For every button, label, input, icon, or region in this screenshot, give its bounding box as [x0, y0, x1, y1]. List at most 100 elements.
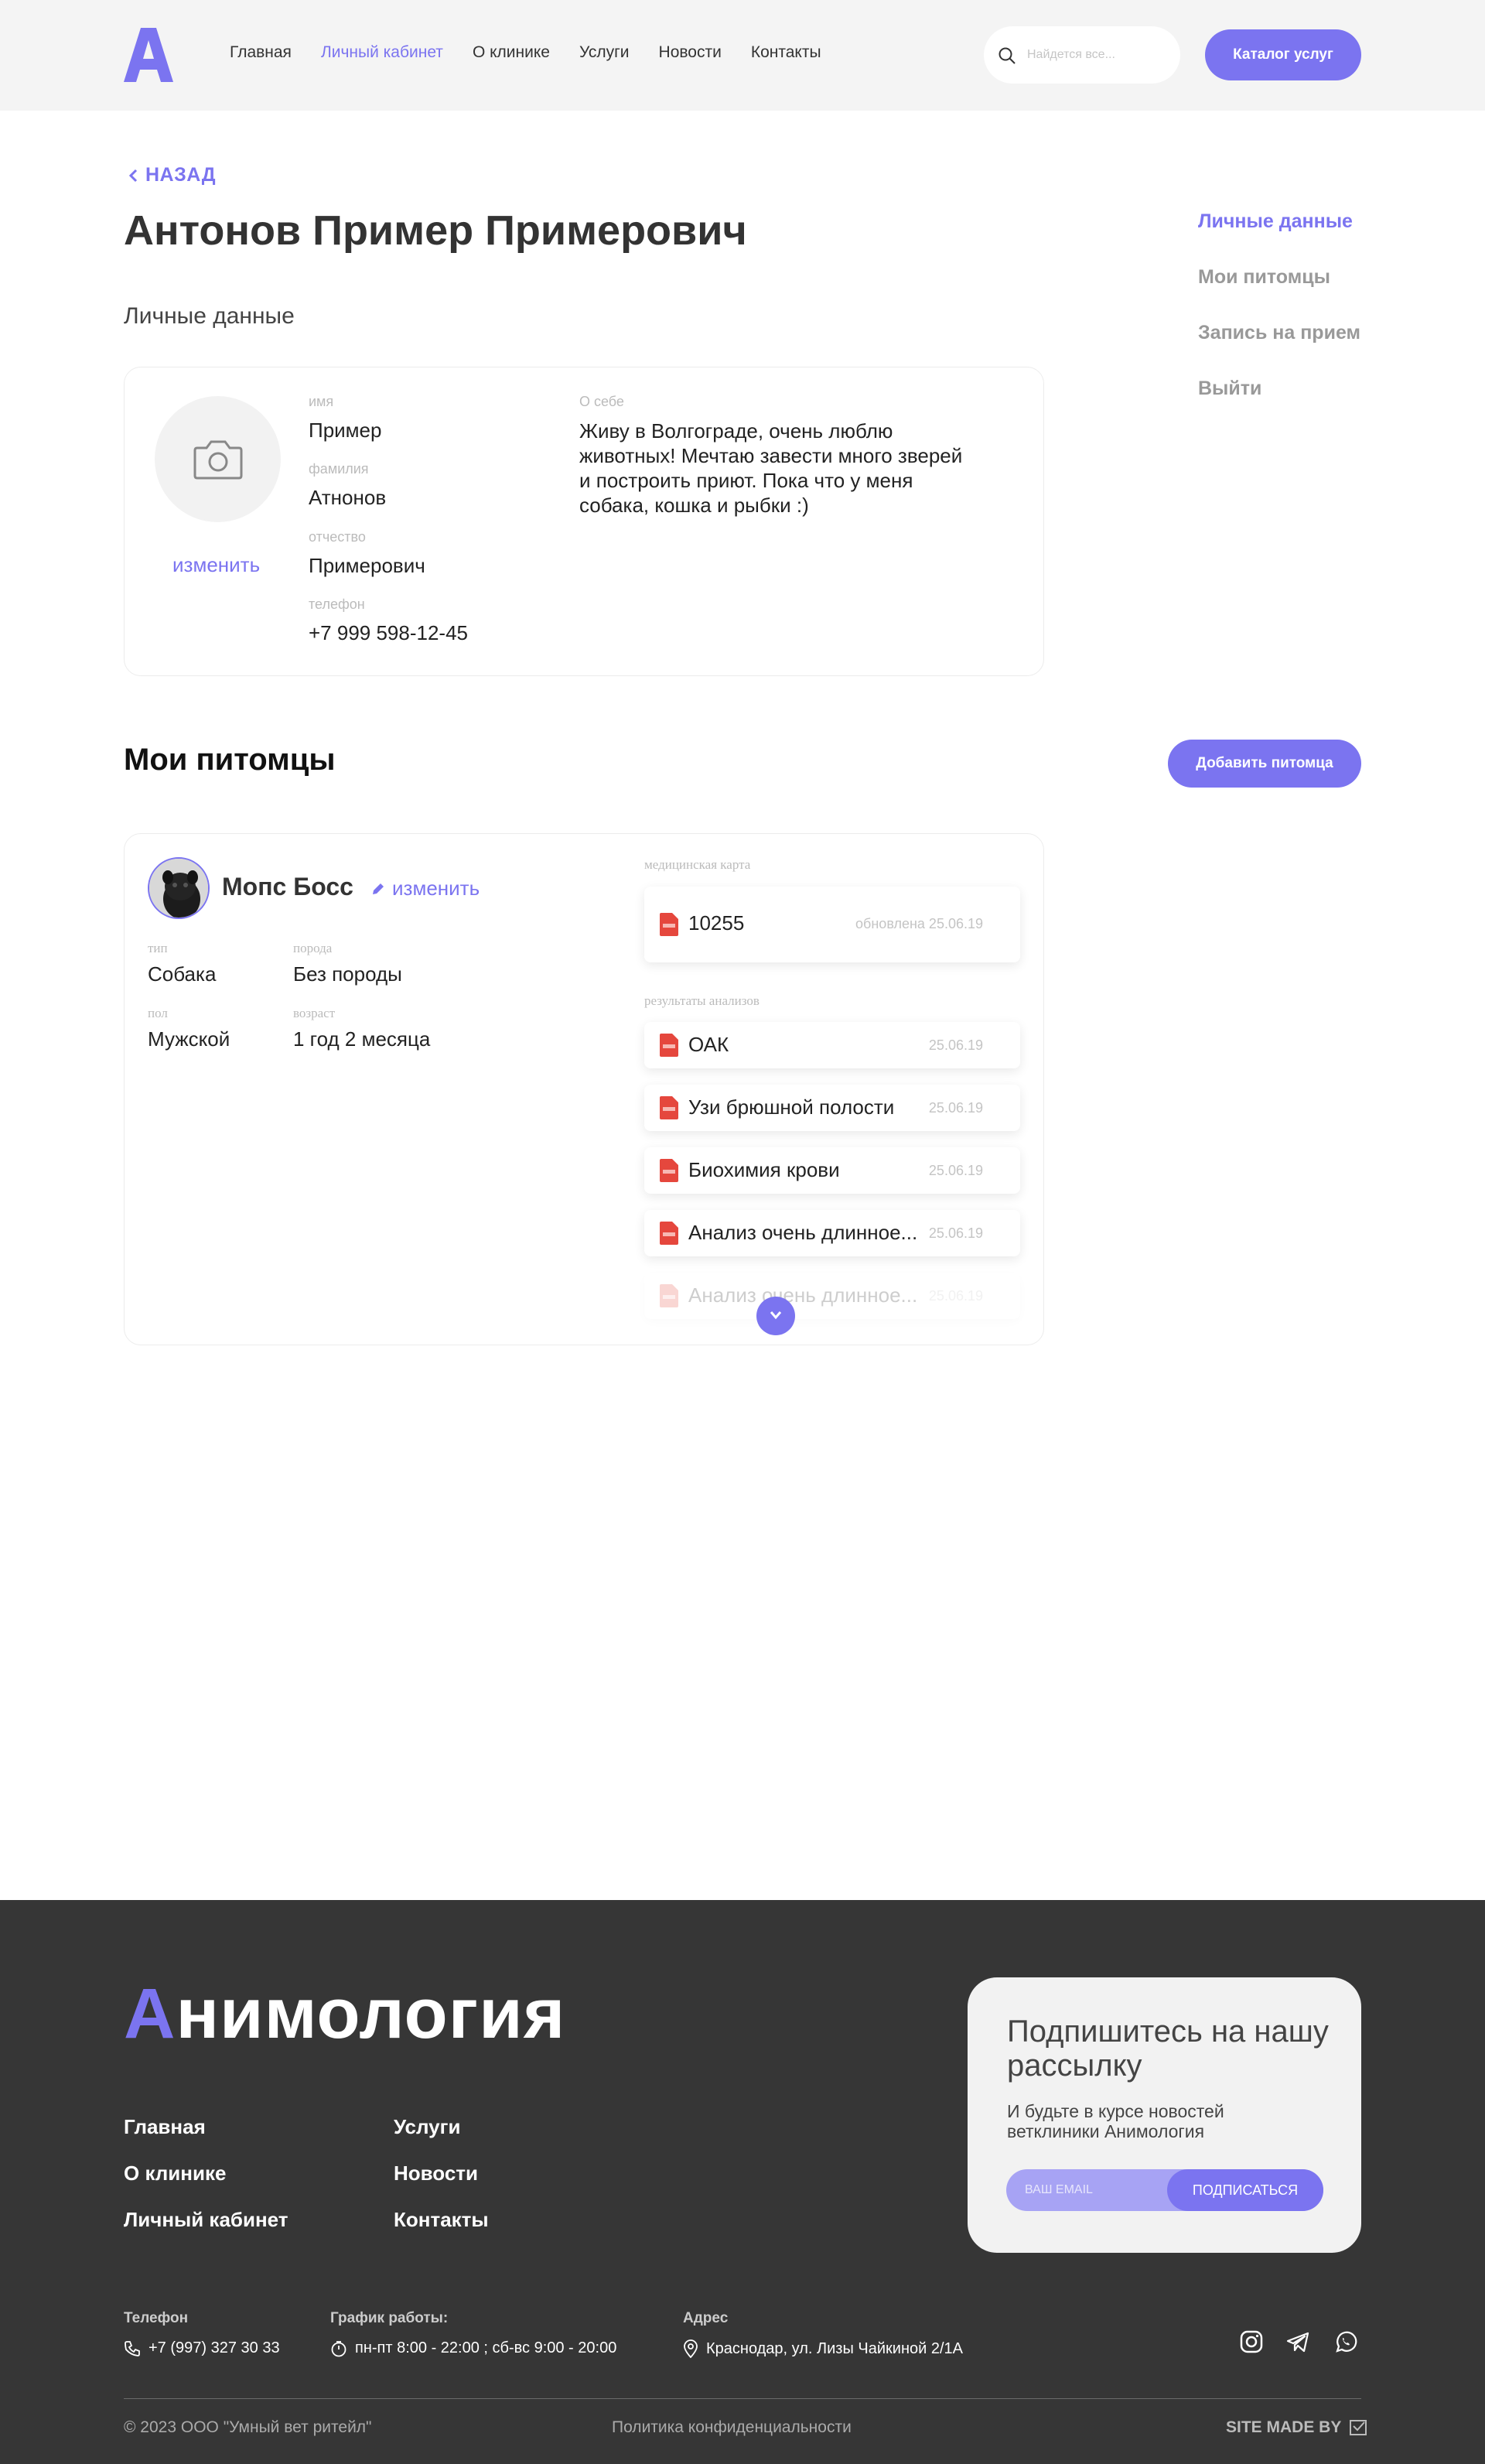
result-date: 25.06.19 [928, 1225, 983, 1241]
site-header: Главная Личный кабинет О клинике Услуги … [0, 0, 1485, 111]
footer-schedule: пн-пт 8:00 - 22:00 ; сб-вс 9:00 - 20:00 [330, 2339, 616, 2357]
result-date: 25.06.19 [928, 1037, 983, 1053]
pencil-icon [373, 883, 384, 894]
pet-sex-value: Мужской [148, 1027, 230, 1051]
whatsapp-icon[interactable] [1334, 2330, 1357, 2353]
med-card-label: медицинская карта [644, 857, 751, 872]
footer-divider [124, 2398, 1361, 2399]
copyright: © 2023 ООО "Умный вет ритейл" [124, 2418, 372, 2436]
footer-link-account[interactable]: Личный кабинет [124, 2208, 288, 2232]
phone-value: +7 999 598-12-45 [309, 621, 469, 644]
surname-value: Атнонов [309, 486, 387, 509]
subscribe-box: Подпишитесь на нашу рассылку И будьте в … [968, 1977, 1361, 2253]
result-name: Биохимия крови [688, 1158, 840, 1181]
subscribe-button[interactable]: ПОДПИСАТЬСЯ [1167, 2169, 1323, 2211]
chevron-down-icon [770, 1311, 782, 1320]
nav-services[interactable]: Услуги [579, 43, 630, 62]
pet-sex-label: пол [148, 1006, 168, 1020]
personal-data-card: изменить имя Пример фамилия Атнонов отче… [124, 367, 1044, 676]
about-label: О себе [579, 394, 624, 409]
surname-label: фамилия [309, 461, 369, 477]
side-menu-logout[interactable]: Выйти [1198, 378, 1360, 400]
pet-avatar [148, 857, 210, 919]
pet-card: Мопс Босс изменить тип Собака порода Без… [124, 833, 1044, 1345]
pets-section-title: Мои питомцы [124, 743, 336, 777]
med-card-item[interactable]: 10255 обновлена 25.06.19 [644, 887, 1020, 962]
page-title: Антонов Пример Примерович [124, 207, 747, 254]
pdf-icon [660, 1284, 678, 1307]
phone-icon [125, 2340, 140, 2356]
camera-icon [193, 440, 243, 480]
results-label: результаты анализов [644, 993, 760, 1008]
med-card-updated: обновлена 25.06.19 [855, 916, 983, 931]
pet-name: Мопс Босс [222, 873, 353, 901]
search-box [984, 26, 1180, 84]
studio-logo-icon [1350, 2420, 1367, 2435]
pdf-icon [660, 1222, 678, 1245]
back-link[interactable]: НАЗАД [128, 164, 216, 186]
result-date: 25.06.19 [928, 1100, 983, 1116]
change-photo-link[interactable]: изменить [172, 553, 260, 577]
catalog-button[interactable]: Каталог услуг [1205, 29, 1361, 80]
site-made-by[interactable]: SITE MADE BY [1226, 2418, 1367, 2437]
pet-type-label: тип [148, 941, 168, 955]
nav-news[interactable]: Новости [659, 43, 722, 62]
privacy-link[interactable]: Политика конфиденциальности [612, 2418, 852, 2437]
side-menu-personal[interactable]: Личные данные [1198, 210, 1360, 233]
subscribe-text: И будьте в курсе новостей ветклиники Ани… [1007, 2101, 1224, 2141]
result-item[interactable]: Анализ очень длинное... 25.06.19 [644, 1210, 1020, 1256]
avatar[interactable] [155, 396, 281, 522]
logo-icon[interactable] [124, 28, 173, 82]
phone-label: Телефон [124, 2310, 189, 2326]
side-menu-appointment[interactable]: Запись на прием [1198, 322, 1360, 344]
pet-edit-link[interactable]: изменить [370, 877, 480, 901]
result-name: Анализ очень длинное... [688, 1283, 918, 1307]
side-menu-pets[interactable]: Мои питомцы [1198, 266, 1360, 289]
subscribe-title: Подпишитесь на нашу рассылку [1007, 2015, 1329, 2083]
instagram-icon[interactable] [1240, 2330, 1263, 2353]
search-icon[interactable] [998, 46, 1016, 65]
pdf-icon [660, 913, 678, 936]
result-item[interactable]: Анализ очень длинное... 25.06.19 [644, 1273, 1020, 1319]
footer-link-contacts[interactable]: Контакты [394, 2208, 489, 2232]
footer-link-home[interactable]: Главная [124, 2115, 206, 2139]
footer-address: Краснодар, ул. Лизы Чайкиной 2/1А [683, 2339, 963, 2358]
pet-edit-label: изменить [392, 877, 480, 900]
phone-label: телефон [309, 596, 365, 612]
pug-photo [149, 859, 208, 918]
schedule-label: График работы: [330, 2310, 449, 2326]
pet-breed-value: Без породы [293, 962, 402, 986]
footer-link-news[interactable]: Новости [394, 2162, 478, 2185]
pdf-icon [660, 1096, 678, 1119]
nav-about[interactable]: О клинике [473, 43, 550, 62]
back-label: НАЗАД [145, 164, 217, 186]
pdf-icon [660, 1159, 678, 1182]
footer-link-services[interactable]: Услуги [394, 2115, 460, 2139]
telegram-icon[interactable] [1286, 2330, 1309, 2353]
email-field[interactable] [1025, 2179, 1156, 2202]
subscribe-form: ПОДПИСАТЬСЯ [1006, 2169, 1323, 2211]
result-date: 25.06.19 [928, 1163, 983, 1178]
personal-section-title: Личные данные [124, 303, 295, 329]
pet-breed-label: порода [293, 941, 333, 955]
nav-contacts[interactable]: Контакты [751, 43, 821, 62]
nav-account[interactable]: Личный кабинет [321, 43, 443, 62]
footer-phone[interactable]: +7 (997) 327 30 33 [124, 2339, 280, 2357]
nav-home[interactable]: Главная [230, 43, 292, 62]
result-item[interactable]: Узи брюшной полости 25.06.19 [644, 1085, 1020, 1131]
result-item[interactable]: ОАК 25.06.19 [644, 1022, 1020, 1068]
result-item[interactable]: Биохимия крови 25.06.19 [644, 1147, 1020, 1194]
search-input[interactable] [1027, 42, 1166, 68]
footer-link-about[interactable]: О клинике [124, 2162, 226, 2185]
footer-brand[interactable]: Анимология [124, 1974, 565, 2055]
result-date: 25.06.19 [928, 1288, 983, 1304]
pet-age-label: возраст [293, 1006, 336, 1020]
result-name: ОАК [688, 1033, 729, 1056]
site-footer: Анимология Главная О клинике Личный каби… [0, 1900, 1485, 2464]
expand-results-button[interactable] [756, 1297, 795, 1335]
main-nav: Главная Личный кабинет О клинике Услуги … [230, 43, 851, 62]
add-pet-button[interactable]: Добавить питомца [1168, 740, 1361, 788]
name-value: Пример [309, 419, 382, 442]
about-text: Живу в Волгограде, очень люблю животных!… [579, 419, 963, 517]
side-menu: Личные данные Мои питомцы Запись на прие… [1198, 210, 1360, 433]
